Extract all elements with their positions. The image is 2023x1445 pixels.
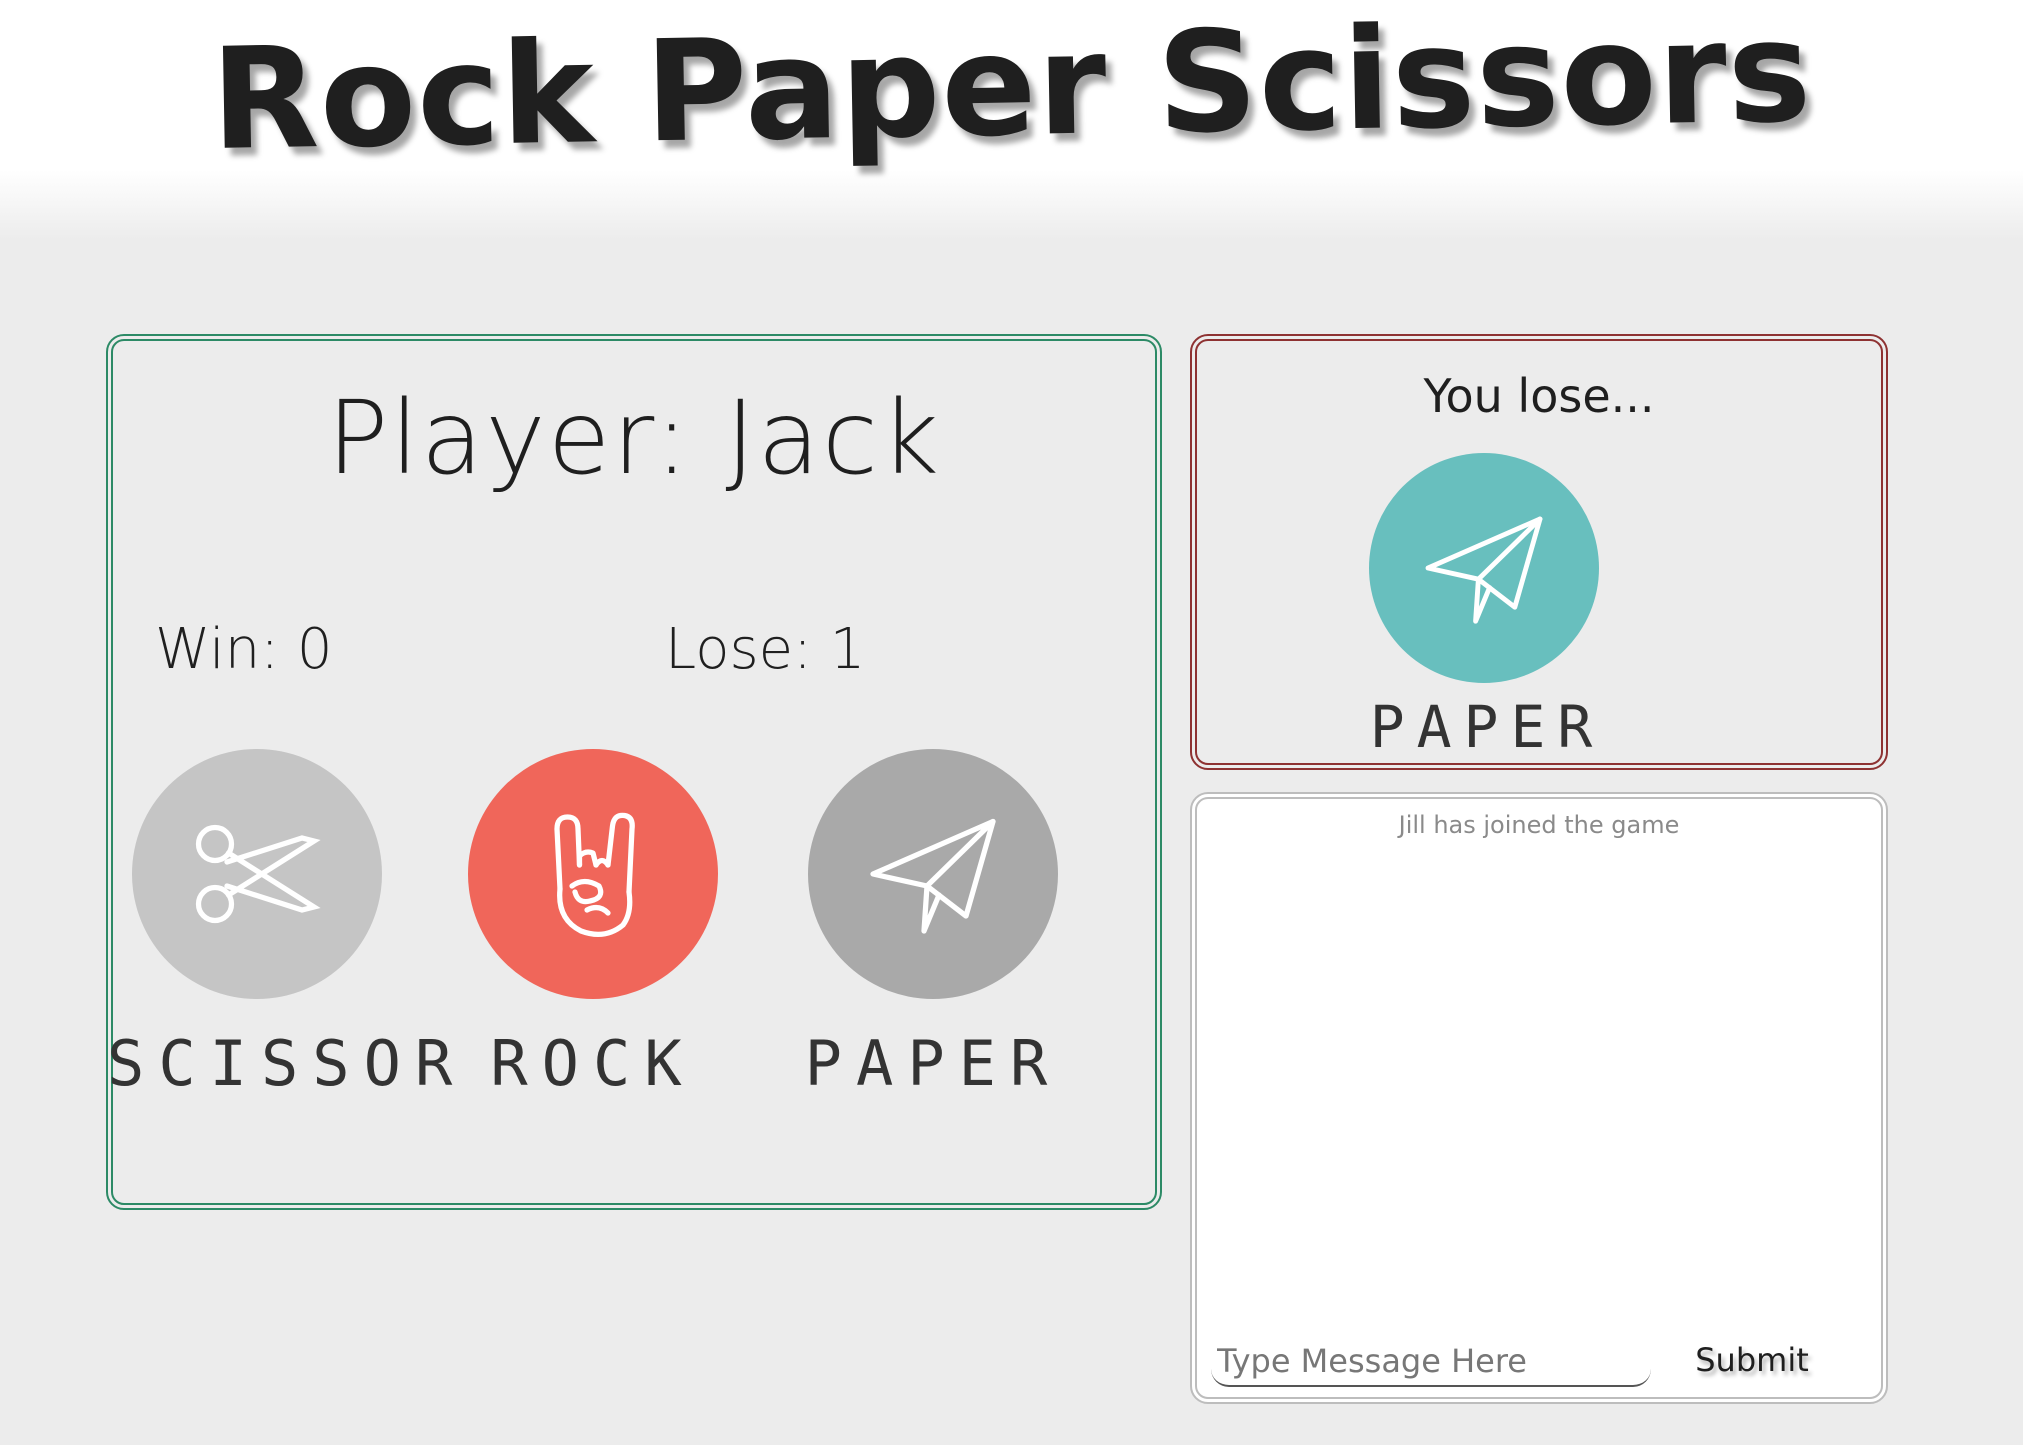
rock-circle	[468, 749, 718, 999]
chat-panel: Jill has joined the game Submit	[1190, 792, 1888, 1404]
paper-plane-icon	[870, 818, 996, 934]
paper-plane-icon	[1425, 516, 1543, 624]
rock-choice-button[interactable]: ROCK	[463, 749, 723, 1119]
result-text: You lose...	[1423, 369, 1655, 423]
player-panel: Player: Jack Win: 0 Lose: 1 SCISSOR ROCK…	[106, 334, 1162, 1210]
scissors-icon	[195, 824, 321, 924]
player-name: Player: Jack	[326, 379, 942, 498]
header: Rock Paper Scissors	[0, 0, 2023, 240]
win-score: Win: 0	[155, 617, 333, 682]
chat-log[interactable]: Jill has joined the game	[1197, 809, 1881, 1329]
scissor-label: SCISSOR	[107, 1027, 467, 1100]
submit-button[interactable]: Submit	[1677, 1335, 1827, 1385]
paper-label: PAPER	[804, 1027, 1062, 1100]
opponent-choice-circle	[1369, 453, 1599, 683]
result-panel: You lose... PAPER	[1190, 334, 1888, 770]
scissor-circle	[132, 749, 382, 999]
lose-score: Lose: 1	[665, 617, 866, 682]
scissor-choice-button[interactable]: SCISSOR	[107, 749, 452, 1119]
opponent-choice-label: PAPER	[1369, 693, 1605, 761]
site-title: Rock Paper Scissors	[209, 0, 1814, 182]
paper-choice-button[interactable]: PAPER	[803, 749, 1063, 1119]
paper-circle	[808, 749, 1058, 999]
rock-label: ROCK	[490, 1027, 696, 1100]
message-input[interactable]	[1211, 1337, 1651, 1387]
chat-message: Jill has joined the game	[1398, 811, 1680, 839]
rock-hand-icon	[554, 812, 635, 937]
